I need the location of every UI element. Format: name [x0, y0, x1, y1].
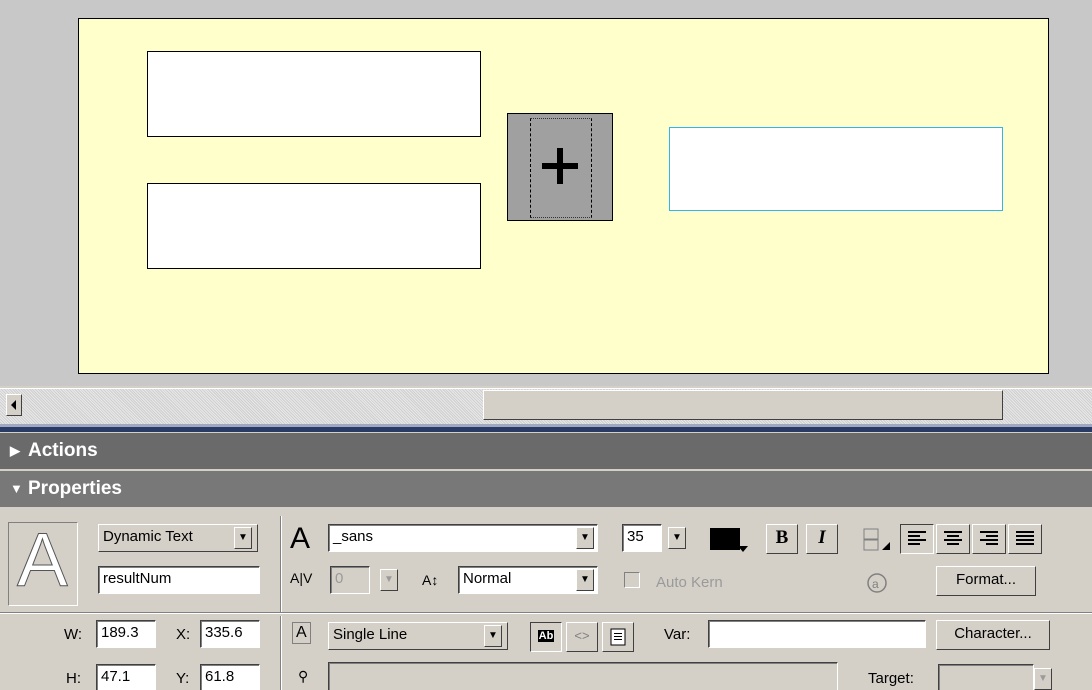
italic-button[interactable]: I — [806, 524, 838, 554]
y-input[interactable]: 61.8 — [200, 664, 260, 690]
selectable-icon: Ab — [537, 630, 555, 642]
var-label: Var: — [664, 626, 691, 643]
font-icon: A — [290, 522, 311, 555]
svg-text:a: a — [872, 577, 879, 591]
plus-icon — [542, 148, 578, 184]
line-type-icon: A — [292, 622, 311, 644]
width-value: 189.3 — [101, 624, 139, 641]
align-right-button[interactable] — [972, 524, 1006, 554]
target-dropdown-arrow[interactable]: ▼ — [1034, 668, 1052, 690]
scroll-thumb[interactable] — [483, 390, 1003, 420]
italic-label: I — [818, 527, 826, 548]
bold-button[interactable]: B — [766, 524, 798, 554]
justify-icon — [1016, 531, 1034, 545]
show-border-icon — [610, 628, 626, 646]
selectable-toggle[interactable]: Ab — [530, 622, 562, 652]
justify-button[interactable] — [1008, 524, 1042, 554]
properties-title: Properties — [28, 478, 122, 499]
y-label: Y: — [176, 670, 190, 687]
font-value: _sans — [333, 528, 374, 545]
height-label: H: — [66, 670, 81, 687]
tracking-dropdown-arrow[interactable]: ▼ — [380, 569, 398, 591]
width-label: W: — [64, 626, 83, 643]
character-button[interactable]: Character... — [936, 620, 1050, 650]
text-direction-icon[interactable] — [862, 526, 894, 554]
vertical-separator — [280, 516, 282, 612]
properties-panel: A Dynamic Text ▼ resultNum A _sans ▼ 35 … — [0, 508, 1092, 690]
bold-label: B — [775, 527, 789, 548]
font-size-input[interactable]: 35 — [622, 524, 662, 552]
char-spacing-icon: A|V — [290, 570, 313, 586]
y-value: 61.8 — [205, 668, 235, 685]
collapsed-arrow-icon: ▶ — [10, 443, 20, 458]
font-size-dropdown-arrow[interactable]: ▼ — [668, 527, 686, 549]
height-input[interactable]: 47.1 — [96, 664, 156, 690]
properties-panel-header[interactable]: ▼ Properties — [0, 471, 1092, 507]
font-select[interactable]: _sans — [328, 524, 598, 552]
format-button-label: Format... — [955, 571, 1016, 588]
panel-divider[interactable] — [0, 424, 1092, 432]
height-value: 47.1 — [101, 668, 131, 685]
text-tool-icon: A — [8, 518, 78, 606]
x-label: X: — [176, 626, 191, 643]
show-border-toggle[interactable] — [602, 622, 634, 652]
text-type-value: Dynamic Text — [103, 528, 193, 545]
url-input[interactable] — [328, 662, 838, 690]
align-left-button[interactable] — [900, 524, 934, 554]
actions-panel-header[interactable]: ▶ Actions — [0, 433, 1092, 469]
horizontal-scrollbar[interactable] — [0, 388, 1092, 424]
vertical-separator-2 — [280, 616, 282, 690]
align-center-icon — [944, 531, 962, 545]
stage[interactable] — [78, 18, 1049, 374]
target-select[interactable] — [938, 664, 1034, 690]
x-value: 335.6 — [205, 624, 243, 641]
auto-kern-checkbox[interactable] — [624, 572, 640, 588]
render-html-toggle[interactable]: <> — [566, 622, 598, 652]
align-left-icon — [908, 531, 926, 545]
actions-title: Actions — [28, 440, 98, 461]
baseline-shift-icon: A↕ — [422, 572, 439, 588]
color-dropdown-arrow-icon — [738, 546, 748, 552]
line-type-select[interactable]: Single Line — [328, 622, 508, 650]
expanded-arrow-icon: ▼ — [10, 481, 23, 496]
input-text-field-1[interactable] — [147, 51, 481, 137]
text-color-swatch[interactable] — [708, 526, 748, 552]
font-size-value: 35 — [627, 528, 644, 545]
text-color-fill — [710, 528, 740, 550]
tracking-value: 0 — [335, 570, 344, 587]
stage-area — [0, 0, 1092, 386]
baseline-dropdown-arrow[interactable]: ▼ — [576, 569, 594, 591]
tracking-input[interactable]: 0 — [330, 566, 370, 594]
format-button[interactable]: Format... — [936, 566, 1036, 596]
input-text-field-2[interactable] — [147, 183, 481, 269]
x-input[interactable]: 335.6 — [200, 620, 260, 648]
line-type-value: Single Line — [333, 626, 408, 643]
target-label: Target: — [868, 670, 914, 687]
render-html-icon: <> — [574, 628, 590, 643]
instance-name-input[interactable]: resultNum — [98, 566, 260, 594]
text-type-dropdown-arrow[interactable]: ▼ — [234, 527, 252, 549]
line-type-dropdown-arrow[interactable]: ▼ — [484, 625, 502, 647]
auto-kern-label: Auto Kern — [656, 574, 723, 591]
scroll-left-arrow-icon — [11, 400, 16, 410]
font-dropdown-arrow[interactable]: ▼ — [576, 527, 594, 549]
var-input[interactable] — [708, 620, 926, 648]
align-center-button[interactable] — [936, 524, 970, 554]
instance-name-value: resultNum — [103, 570, 172, 587]
horizontal-separator — [0, 612, 1092, 614]
rotate-icon[interactable]: a — [862, 570, 892, 596]
plus-button[interactable] — [507, 113, 613, 221]
url-link-icon: ⚲ — [298, 668, 309, 684]
width-input[interactable]: 189.3 — [96, 620, 156, 648]
align-right-icon — [980, 531, 998, 545]
baseline-value: Normal — [463, 570, 512, 587]
character-button-label: Character... — [954, 625, 1032, 642]
result-text-field[interactable] — [669, 127, 1003, 211]
scroll-left-button[interactable] — [6, 394, 22, 416]
